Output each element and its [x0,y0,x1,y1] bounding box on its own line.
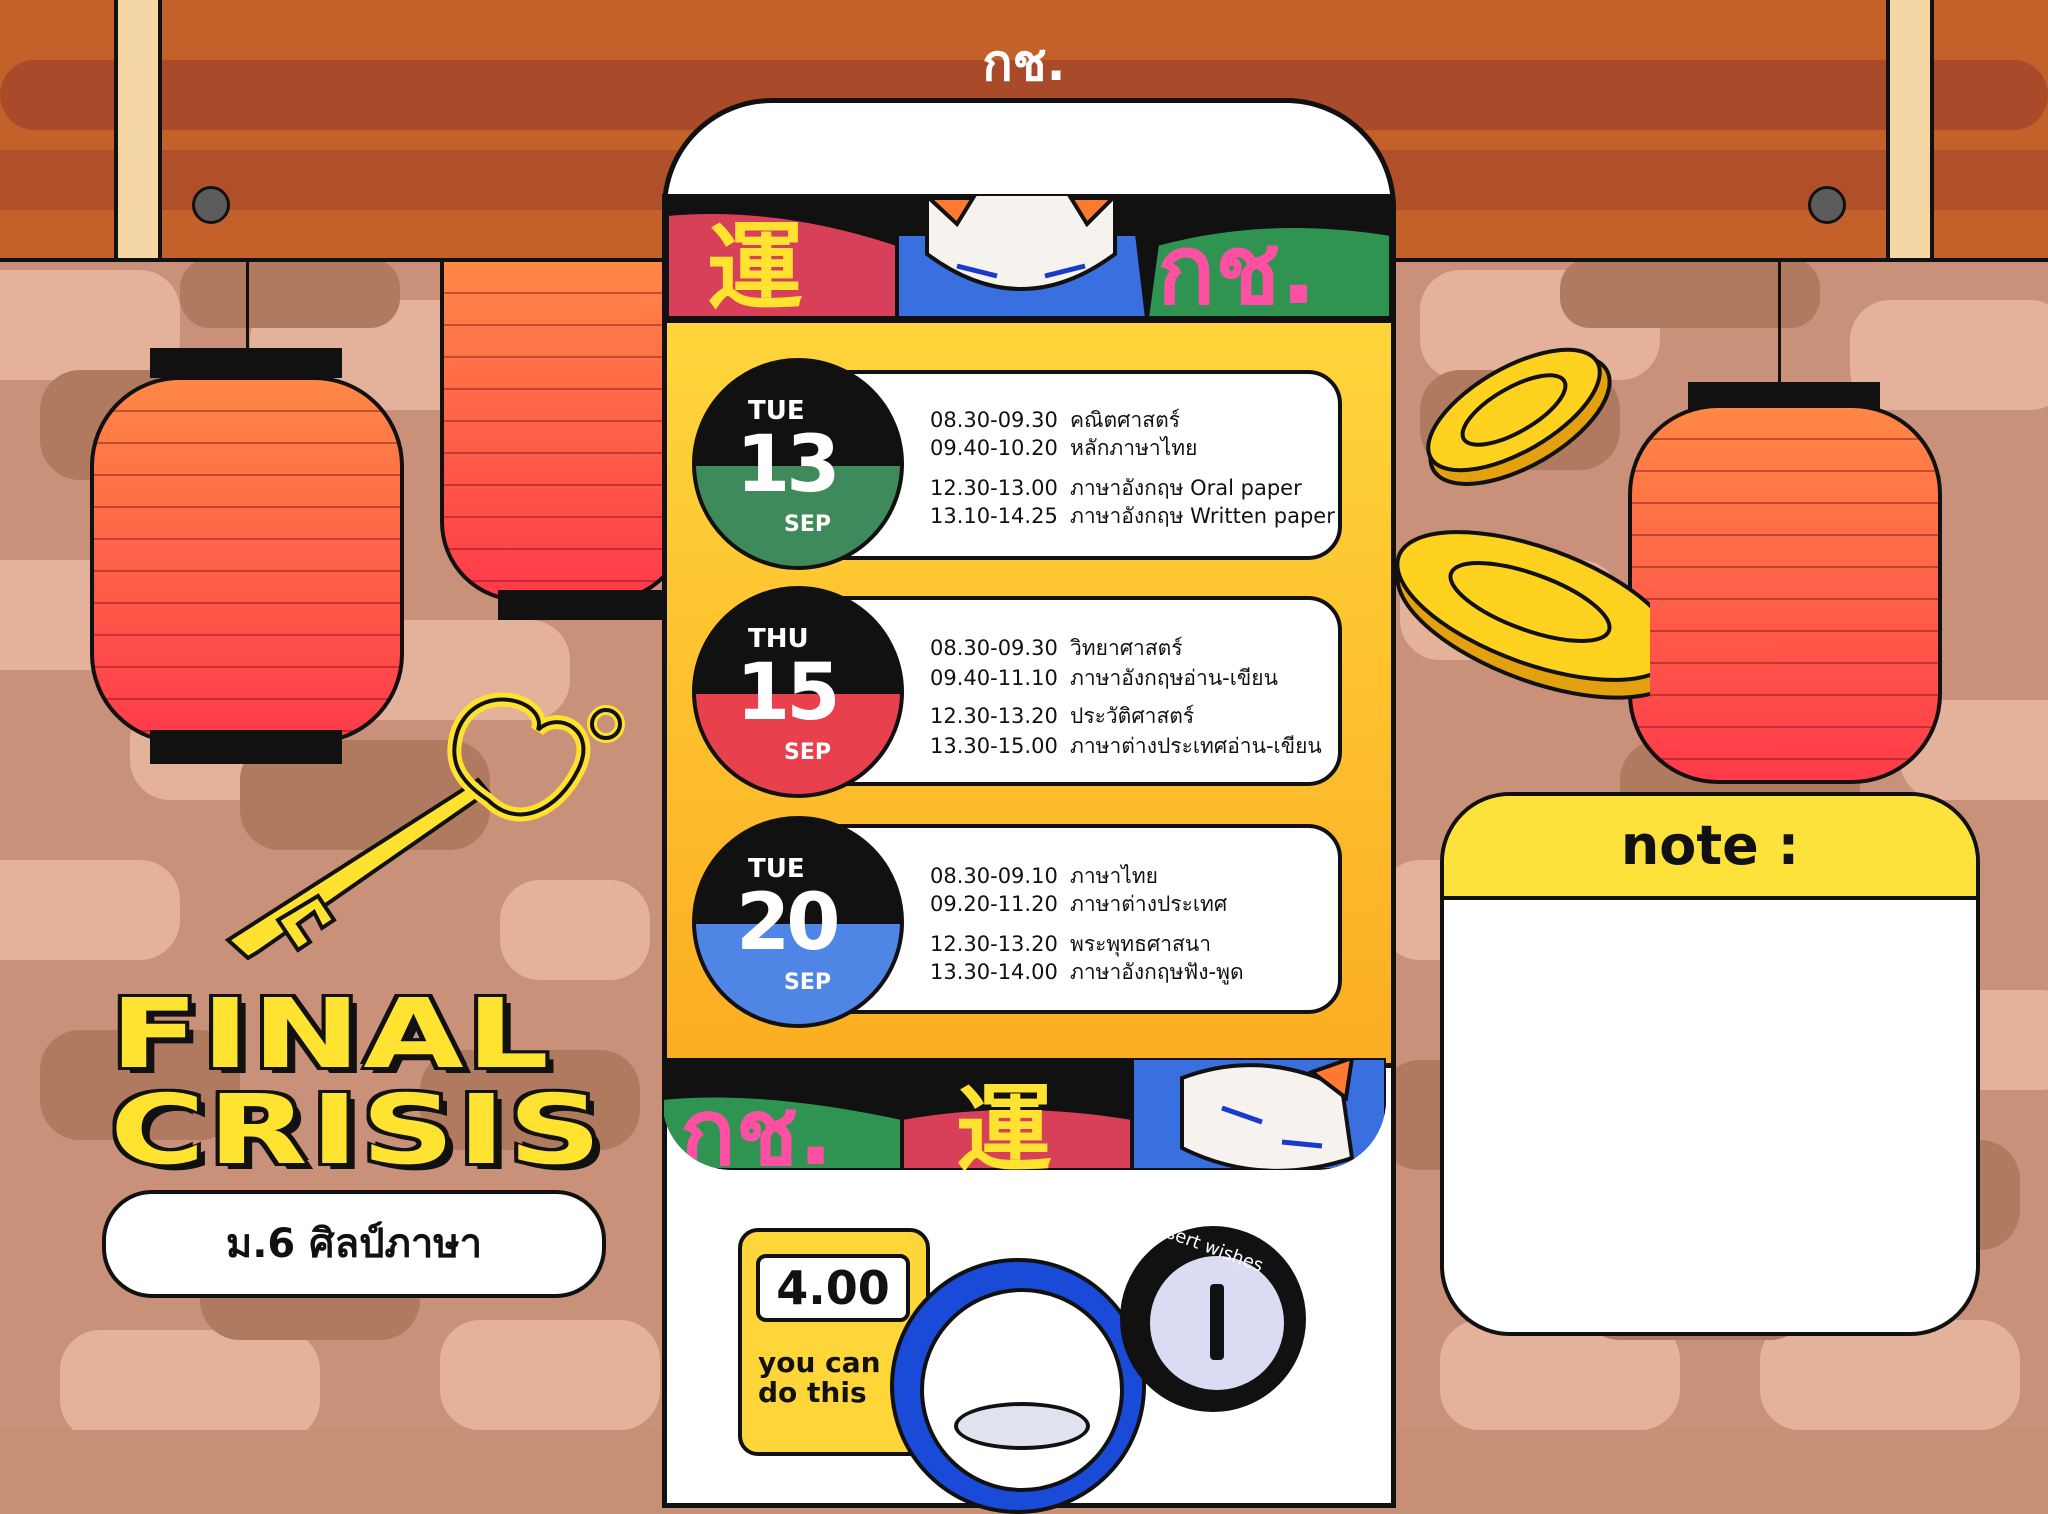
badge-month: SEP [784,512,831,537]
row-time: 13.30-15.00 [930,734,1058,758]
coin-slot-face [1146,1252,1288,1394]
row-time: 08.30-09.30 [930,636,1058,660]
lantern-left [90,376,404,744]
badge-month: SEP [784,740,831,765]
lantern-middle [440,258,688,602]
lantern-cap [498,590,668,620]
badge-date: 13 [736,420,841,510]
lantern-cap [150,348,342,378]
board-title: กช. [982,34,1066,92]
board-post-right [1886,0,1934,258]
slot-opening-icon [1210,1284,1224,1360]
row-time: 09.40-11.10 [930,666,1058,690]
row-subject: ภาษาต่างประเทศอ่าน-เขียน [1070,734,1322,758]
badge-date: 20 [736,878,841,968]
key-icon [224,692,625,960]
gold-coins [1395,347,1650,700]
schedule-row: 09.40-11.10 ภาษาอังกฤษอ่าน-เขียน [930,662,1278,695]
date-badge-2: THU 15 SEP [692,586,904,798]
kanji-luck: 運 [956,1074,1052,1170]
row-subject: ภาษาอังกฤษ Written paper [1070,504,1335,528]
row-time: 12.30-13.20 [930,704,1058,728]
schedule-row: 13.10-14.25 ภาษาอังกฤษ Written paper [930,500,1335,533]
row-time: 12.30-13.20 [930,932,1058,956]
row-subject: คณิตศาสตร์ [1070,408,1181,432]
brand-text: กช. [680,1079,834,1170]
row-subject: ภาษาอังกฤษอ่าน-เขียน [1070,666,1278,690]
lantern-right [1628,404,1942,784]
row-subject: ภาษาอังกฤษฟัง-พูด [1070,960,1244,984]
row-subject: ประวัติศาสตร์ [1070,704,1195,728]
lantern-string [246,258,249,348]
row-time: 08.30-09.10 [930,864,1058,888]
schedule-row: 13.30-14.00 ภาษาอังกฤษฟัง-พูด [930,956,1244,989]
row-time: 13.10-14.25 [930,504,1058,528]
dial-face [920,1288,1124,1492]
row-time: 13.30-14.00 [930,960,1058,984]
schedule-row: 09.20-11.20 ภาษาต่างประเทศ [930,888,1227,921]
nail-icon [192,186,230,224]
row-time: 12.30-13.00 [930,476,1058,500]
badge-date: 15 [736,648,841,738]
lantern-string [1778,258,1781,384]
schedule-row: 13.30-15.00 ภาษาต่างประเทศอ่าน-เขียน [930,730,1322,763]
badge-month: SEP [784,970,831,995]
nail-icon [1808,186,1846,224]
row-subject: หลักภาษาไทย [1070,436,1198,460]
kanji-luck: 運 [707,212,803,318]
board-post-left [114,0,162,258]
row-subject: ภาษาอังกฤษ Oral paper [1070,476,1302,500]
motto-line: you can [758,1346,881,1379]
schedule-row: 08.30-09.30 วิทยาศาสตร์ [930,632,1183,665]
crank-dial[interactable] [890,1258,1146,1514]
note-panel[interactable]: note : [1440,792,1980,1336]
row-time: 09.40-10.20 [930,436,1058,460]
date-badge-1: TUE 13 SEP [692,358,904,570]
capsule-band-bottom: กช. 運 [662,1058,1386,1170]
date-badge-3: TUE 20 SEP [692,816,904,1028]
row-time: 09.20-11.20 [930,892,1058,916]
row-subject: พระพุทธศาสนา [1070,932,1211,956]
schedule-row: 09.40-10.20 หลักภาษาไทย [930,432,1197,465]
brand-text: กช. [1157,214,1317,318]
row-subject: ภาษาต่างประเทศ [1070,892,1228,916]
schedule-row: 12.30-13.20 ประวัติศาสตร์ [930,700,1194,733]
motto-text: you can do this [758,1348,881,1408]
coin-slot[interactable]: insert wishes [1120,1216,1306,1412]
capsule-icon [954,1402,1090,1450]
capsule-band-top: 運 กช. [662,194,1391,318]
motto-line: do this [758,1376,867,1409]
row-time: 08.30-09.30 [930,408,1058,432]
class-label: ม.6 ศิลป์ภาษา [102,1190,606,1298]
row-subject: ภาษาไทย [1070,864,1158,888]
title-crisis: CRISIS [110,1074,605,1186]
price-display: 4.00 [756,1254,910,1322]
row-subject: วิทยาศาสตร์ [1070,636,1183,660]
note-label: note : [1620,814,1800,877]
